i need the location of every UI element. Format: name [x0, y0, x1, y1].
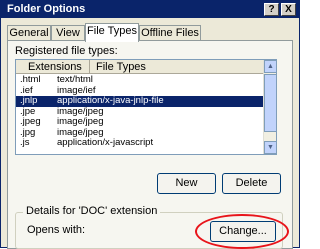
list-item-extension: .jpeg [20, 116, 41, 127]
folder-options-window: Folder Options ? X General View File Typ… [0, 0, 300, 249]
close-icon: X [285, 4, 292, 15]
list-item-extension: .html [20, 74, 41, 85]
tab-offline-files[interactable]: Offline Files [139, 25, 201, 41]
list-rows: .html text/html .ief image/ief .jnlp applicat… [16, 74, 264, 149]
close-button[interactable]: X [281, 3, 296, 16]
title-bar[interactable]: Folder Options ? X [1, 1, 299, 18]
column-header-extensions[interactable]: Extensions [16, 60, 90, 74]
list-item-file-type: text/html [57, 74, 93, 85]
tab-general[interactable]: General [7, 25, 51, 41]
list-item[interactable]: .jpe image/jpeg [16, 106, 264, 118]
list-item-file-type: image/jpeg [57, 116, 104, 127]
scroll-up-icon[interactable]: ▲ [264, 60, 277, 73]
vertical-scrollbar[interactable]: ▲ ▼ [263, 60, 277, 154]
annotation-circle [195, 214, 289, 249]
scroll-down-icon[interactable]: ▼ [264, 141, 277, 154]
delete-button[interactable]: Delete [222, 173, 281, 194]
opens-with-label: Opens with: [27, 224, 86, 236]
tab-file-types[interactable]: File Types [85, 23, 139, 42]
tab-view[interactable]: View [51, 25, 85, 41]
file-types-list[interactable]: Extensions File Types .html text/html .ief… [15, 59, 277, 155]
list-item[interactable]: .jpeg image/jpeg [16, 116, 264, 128]
registered-file-types-label: Registered file types: [15, 45, 118, 57]
list-item[interactable]: .html text/html [16, 74, 264, 86]
list-item[interactable]: .jnlp application/x-java-jnlp-file [16, 95, 264, 107]
details-legend: Details for 'DOC' extension [23, 205, 161, 217]
list-item-extension: .js [20, 137, 30, 148]
help-button[interactable]: ? [264, 3, 279, 16]
list-item-file-type: application/x-java-jnlp-file [57, 95, 164, 106]
scroll-thumb[interactable] [264, 74, 277, 132]
help-icon: ? [268, 4, 275, 15]
list-header: Extensions File Types [16, 60, 264, 74]
list-item[interactable]: .js application/x-javascript [16, 137, 264, 149]
new-button[interactable]: New [157, 173, 216, 194]
list-item-extension: .jnlp [20, 95, 38, 106]
column-header-file-types[interactable]: File Types [90, 60, 264, 74]
window-title: Folder Options [7, 3, 86, 15]
list-item-file-type: application/x-javascript [57, 137, 154, 148]
